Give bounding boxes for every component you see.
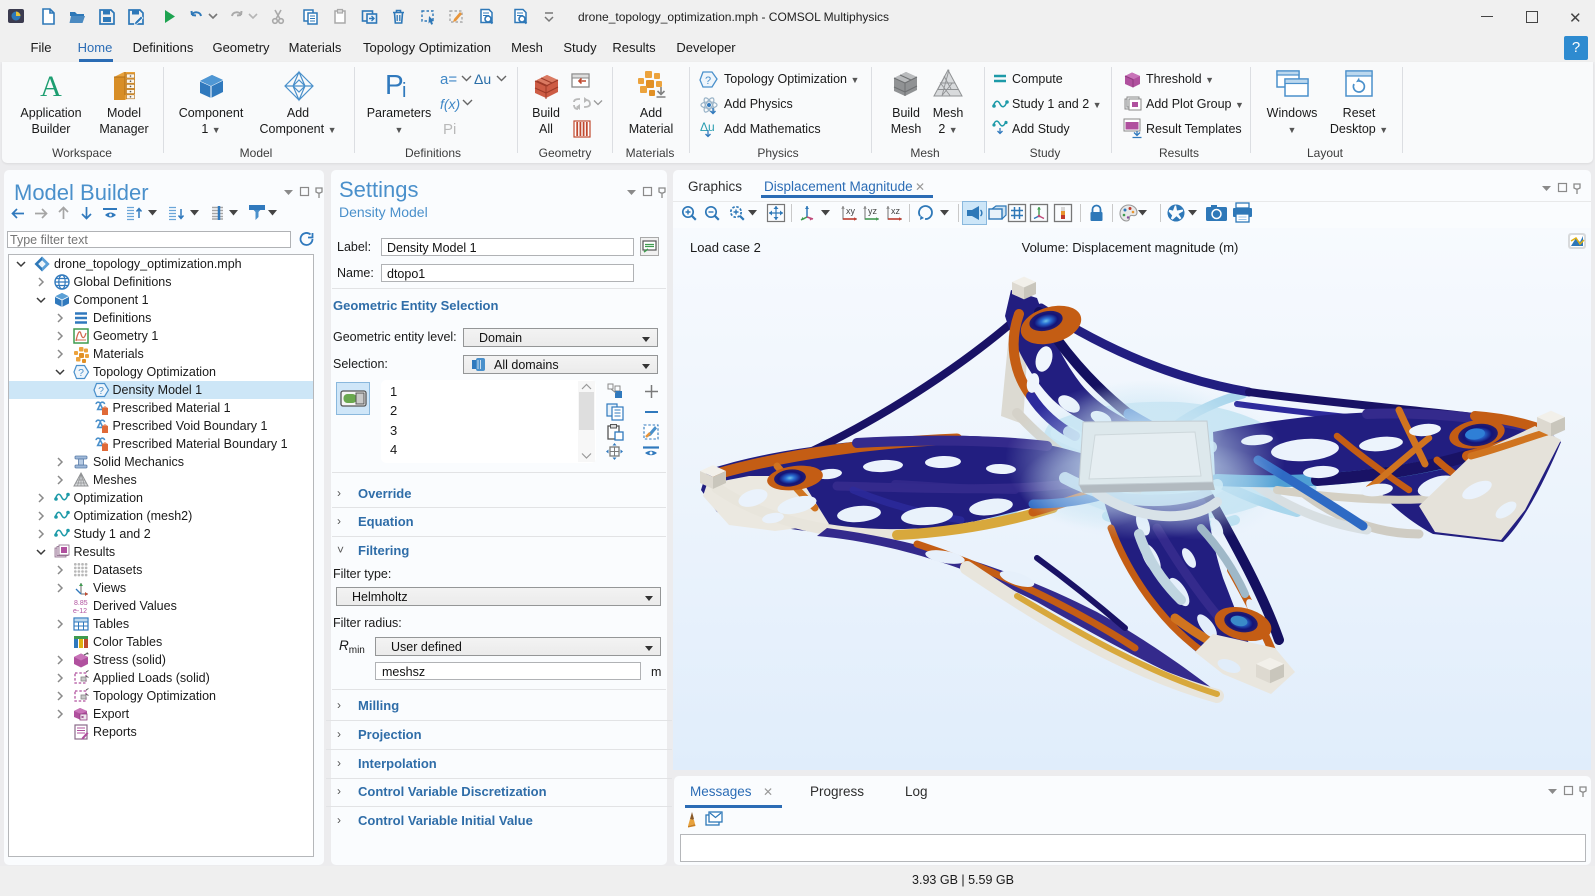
- svg-text:Δu: Δu: [474, 71, 491, 87]
- svg-text:8.85: 8.85: [74, 600, 88, 607]
- svg-text:i: i: [402, 80, 406, 102]
- svg-text:f(x): f(x): [440, 96, 460, 112]
- svg-text:xz: xz: [891, 206, 901, 216]
- svg-text:?: ?: [705, 75, 711, 87]
- svg-text:P: P: [385, 69, 404, 100]
- svg-text:xy: xy: [846, 206, 856, 216]
- svg-text:Pi: Pi: [443, 121, 456, 138]
- svg-text:?: ?: [98, 385, 104, 397]
- svg-text:a=: a=: [440, 71, 457, 88]
- svg-text:?: ?: [78, 367, 84, 379]
- svg-text:A: A: [40, 70, 62, 103]
- svg-text:e-12: e-12: [73, 608, 87, 615]
- svg-text:yz: yz: [868, 206, 878, 216]
